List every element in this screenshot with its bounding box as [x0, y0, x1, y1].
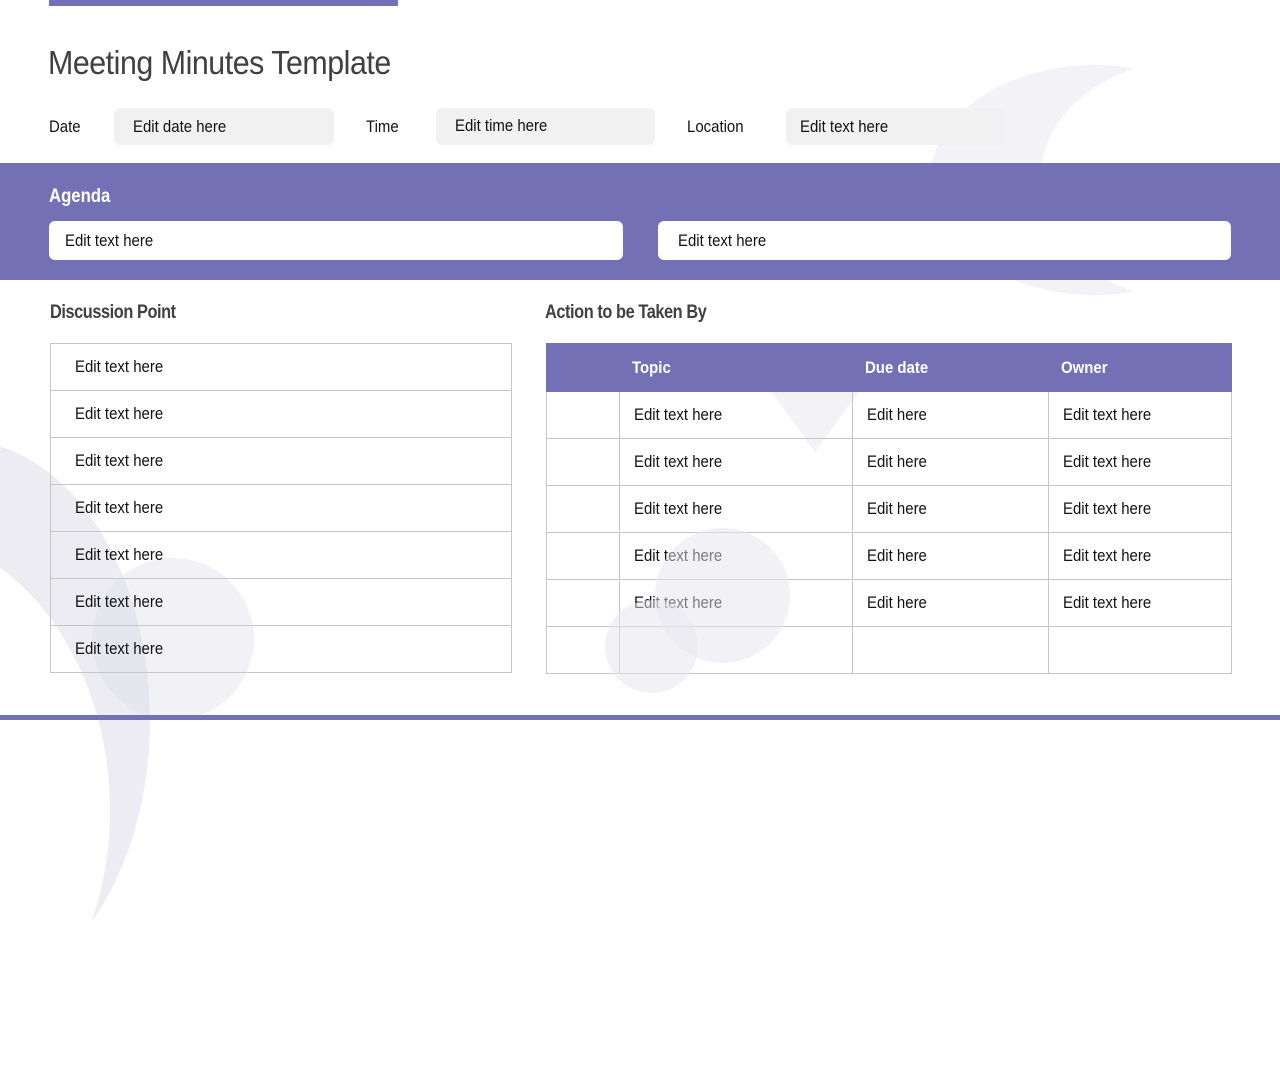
- table-row: Edit text here Edit here Edit text here: [546, 532, 1232, 580]
- cell-text: Edit text here: [1063, 452, 1152, 471]
- topic-cell[interactable]: Edit text here: [619, 532, 853, 580]
- header-due-date: Due date: [852, 343, 1049, 392]
- agenda-item-2[interactable]: Edit text here: [658, 221, 1231, 260]
- date-label: Date: [49, 117, 81, 136]
- due-date-cell[interactable]: Edit here: [852, 438, 1049, 486]
- cell-text: Edit text here: [1063, 593, 1152, 612]
- owner-cell[interactable]: Edit text here: [1048, 485, 1232, 533]
- cell-text: Edit text here: [75, 404, 164, 423]
- cell-text: Edit text here: [75, 545, 164, 564]
- table-row: Edit text here: [50, 343, 512, 391]
- header-text: Owner: [1061, 357, 1108, 377]
- discussion-table: Edit text here Edit text here Edit text …: [50, 343, 512, 673]
- header-topic: Topic: [619, 343, 853, 392]
- action-table: Topic Due date Owner Edit text here Edit …: [546, 343, 1232, 674]
- location-label: Location: [687, 117, 744, 136]
- owner-cell[interactable]: Edit text here: [1048, 438, 1232, 486]
- cell-text: Edit text here: [75, 639, 164, 658]
- cell-text: Edit text here: [75, 498, 164, 517]
- cell-text: Edit text here: [75, 451, 164, 470]
- table-row: Edit text here: [50, 484, 512, 532]
- cell-text: Edit text here: [75, 592, 164, 611]
- agenda-title: Agenda: [49, 186, 111, 207]
- agenda-item-1[interactable]: Edit text here: [49, 221, 623, 260]
- discussion-cell[interactable]: Edit text here: [50, 484, 512, 532]
- due-date-cell[interactable]: [852, 626, 1049, 674]
- table-row: Edit text here: [50, 531, 512, 579]
- cell-text: Edit here: [867, 405, 927, 424]
- table-row: Edit text here: [50, 390, 512, 438]
- agenda-item-text: Edit text here: [678, 231, 767, 250]
- cell-text: Edit text here: [75, 357, 164, 376]
- discussion-cell[interactable]: Edit text here: [50, 531, 512, 579]
- header-text: Due date: [865, 357, 929, 377]
- cell-text: Edit text here: [634, 593, 723, 612]
- time-label: Time: [366, 117, 399, 136]
- action-title: Action to be Taken By: [545, 302, 707, 323]
- index-cell[interactable]: [546, 391, 620, 439]
- cell-text: Edit here: [867, 593, 927, 612]
- topic-cell[interactable]: Edit text here: [619, 579, 853, 627]
- cell-text: Edit text here: [1063, 546, 1152, 565]
- discussion-point-title: Discussion Point: [50, 302, 176, 323]
- table-row: Edit text here: [50, 625, 512, 673]
- discussion-cell[interactable]: Edit text here: [50, 437, 512, 485]
- topic-cell[interactable]: Edit text here: [619, 485, 853, 533]
- cell-text: Edit text here: [1063, 499, 1152, 518]
- time-field[interactable]: Edit time here: [436, 108, 655, 145]
- table-row: Edit text here Edit here Edit text here: [546, 579, 1232, 627]
- owner-cell[interactable]: Edit text here: [1048, 391, 1232, 439]
- table-row: Edit text here Edit here Edit text here: [546, 391, 1232, 439]
- due-date-cell[interactable]: Edit here: [852, 532, 1049, 580]
- time-field-value: Edit time here: [455, 116, 548, 135]
- index-cell[interactable]: [546, 485, 620, 533]
- agenda-item-text: Edit text here: [65, 231, 154, 250]
- table-row: Edit text here Edit here Edit text here: [546, 438, 1232, 486]
- location-field-value: Edit text here: [800, 117, 889, 136]
- cell-text: Edit text here: [634, 546, 723, 565]
- discussion-cell[interactable]: Edit text here: [50, 390, 512, 438]
- index-cell[interactable]: [546, 579, 620, 627]
- date-field-value: Edit date here: [133, 117, 227, 136]
- cell-text: Edit text here: [1063, 405, 1152, 424]
- table-row: Edit text here: [50, 437, 512, 485]
- index-cell[interactable]: [546, 438, 620, 486]
- discussion-cell[interactable]: Edit text here: [50, 578, 512, 626]
- owner-cell[interactable]: Edit text here: [1048, 532, 1232, 580]
- table-row: [546, 626, 1232, 674]
- owner-cell[interactable]: [1048, 626, 1232, 674]
- topic-cell[interactable]: Edit text here: [619, 438, 853, 486]
- cell-text: Edit here: [867, 499, 927, 518]
- table-row: Edit text here: [50, 578, 512, 626]
- cell-text: Edit text here: [634, 499, 723, 518]
- cell-text: Edit here: [867, 452, 927, 471]
- due-date-cell[interactable]: Edit here: [852, 579, 1049, 627]
- top-accent-bar: [49, 0, 398, 6]
- due-date-cell[interactable]: Edit here: [852, 485, 1049, 533]
- cell-text: Edit here: [867, 546, 927, 565]
- owner-cell[interactable]: Edit text here: [1048, 579, 1232, 627]
- discussion-cell[interactable]: Edit text here: [50, 343, 512, 391]
- cell-text: Edit text here: [634, 405, 723, 424]
- header-text: Topic: [632, 357, 671, 377]
- table-header-row: Topic Due date Owner: [546, 343, 1232, 392]
- index-cell[interactable]: [546, 532, 620, 580]
- header-index: [546, 343, 620, 392]
- date-field[interactable]: Edit date here: [114, 108, 334, 145]
- topic-cell[interactable]: [619, 626, 853, 674]
- location-field[interactable]: Edit text here: [786, 108, 1005, 145]
- discussion-cell[interactable]: Edit text here: [50, 625, 512, 673]
- cell-text: Edit text here: [634, 452, 723, 471]
- topic-cell[interactable]: Edit text here: [619, 391, 853, 439]
- table-row: Edit text here Edit here Edit text here: [546, 485, 1232, 533]
- page-title: Meeting Minutes Template: [48, 44, 391, 81]
- due-date-cell[interactable]: Edit here: [852, 391, 1049, 439]
- bottom-accent-bar: [0, 715, 1280, 720]
- index-cell[interactable]: [546, 626, 620, 674]
- header-owner: Owner: [1048, 343, 1232, 392]
